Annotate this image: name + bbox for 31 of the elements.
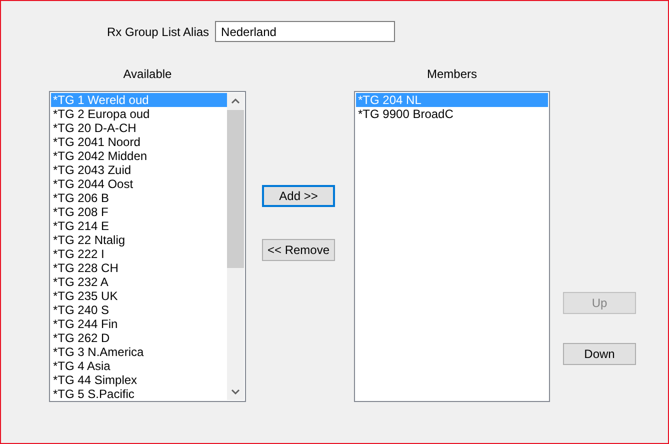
list-item[interactable]: *TG 235 UK <box>51 289 227 303</box>
alias-label: Rx Group List Alias <box>107 24 210 40</box>
list-item[interactable]: *TG 22 Ntalig <box>51 233 227 247</box>
list-item[interactable]: *TG 208 F <box>51 205 227 219</box>
list-item[interactable]: *TG 262 D <box>51 331 227 345</box>
members-label: Members <box>426 66 477 83</box>
list-item[interactable]: *TG 20 D-A-CH <box>51 121 227 135</box>
list-item[interactable]: *TG 228 CH <box>51 261 227 275</box>
scroll-thumb[interactable] <box>227 110 244 268</box>
list-item[interactable]: *TG 2 Europa oud <box>51 107 227 121</box>
list-item[interactable]: *TG 2044 Oost <box>51 177 227 191</box>
scrollbar[interactable] <box>227 93 244 400</box>
list-item[interactable]: *TG 232 A <box>51 275 227 289</box>
list-item[interactable]: *TG 222 I <box>51 247 227 261</box>
list-item[interactable]: *TG 214 E <box>51 219 227 233</box>
push-button[interactable]: Add >> <box>262 185 335 207</box>
list-item[interactable]: *TG 44 Simplex <box>51 373 227 387</box>
available-label: Available <box>123 66 172 83</box>
list-item[interactable]: *TG 4 Asia <box>51 359 227 373</box>
list-item[interactable]: *TG 2042 Midden <box>51 149 227 163</box>
list-item[interactable]: *TG 9900 BroadC <box>356 107 548 121</box>
list-item[interactable]: *TG 240 S <box>51 303 227 317</box>
list-item[interactable]: *TG 5 S.Pacific <box>51 387 227 400</box>
list-item[interactable]: *TG 2041 Noord <box>51 135 227 149</box>
push-button[interactable]: << Remove <box>262 239 335 261</box>
list-item[interactable]: *TG 206 B <box>51 191 227 205</box>
list-item[interactable]: *TG 244 Fin <box>51 317 227 331</box>
list-item[interactable]: *TG 3 N.America <box>51 345 227 359</box>
alias-field[interactable]: Nederland <box>215 21 396 42</box>
list-item[interactable]: *TG 2043 Zuid <box>51 163 227 177</box>
push-button[interactable]: Down <box>563 343 636 365</box>
